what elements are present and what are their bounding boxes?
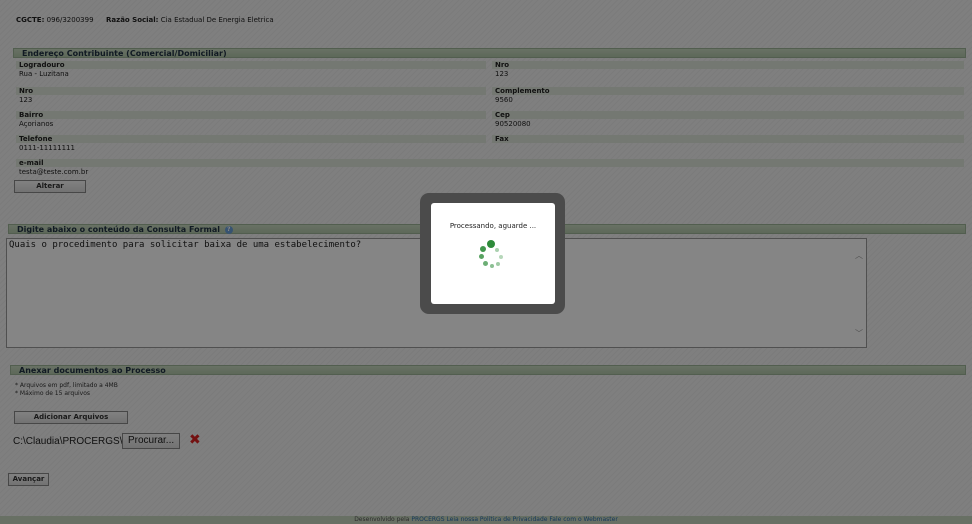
page: CGCTE: 096/3200399 Razão Social: Cia Est…: [0, 0, 972, 524]
processing-message: Processando, aguarde ...: [449, 222, 537, 230]
loading-spinner-icon: [479, 240, 507, 272]
